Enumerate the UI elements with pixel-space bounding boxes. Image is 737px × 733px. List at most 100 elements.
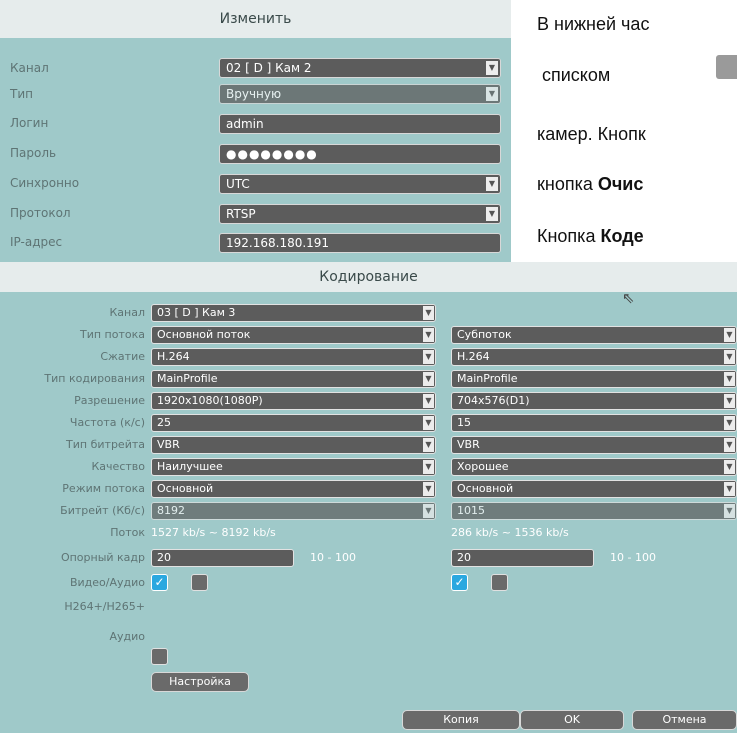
sync-select[interactable]: UTC ▼ xyxy=(219,174,501,194)
sub-frame-rate-select[interactable]: 15 ▼ xyxy=(451,414,737,432)
chevron-down-icon: ▼ xyxy=(486,207,498,221)
type-value: Вручную xyxy=(226,87,282,101)
edit-dialog: Изменить Канал 02 [ D ] Кам 2 ▼ Тип Вручн… xyxy=(0,0,511,262)
sub-compression-select[interactable]: H.264 ▼ xyxy=(451,348,737,366)
sub-compression-value: H.264 xyxy=(457,350,490,363)
enc-channel-select[interactable]: 03 [ D ] Кам 3 ▼ xyxy=(151,304,436,322)
compression-label: Сжатие xyxy=(100,350,145,363)
inline-button-image xyxy=(716,55,737,79)
channel-select[interactable]: 02 [ D ] Кам 2 ▼ xyxy=(219,58,501,78)
cancel-button[interactable]: Отмена xyxy=(632,710,737,730)
sub-bitrate-select[interactable]: 1015 ▼ xyxy=(451,502,737,520)
sub-audio-checkbox[interactable] xyxy=(491,574,508,591)
doc-text-line-5-bold: Коде xyxy=(600,226,644,246)
password-input[interactable]: ●●●●●●●● xyxy=(219,144,501,164)
checkmark-icon: ✓ xyxy=(454,575,465,589)
main-compression-select[interactable]: H.264 ▼ xyxy=(151,348,436,366)
sub-stream-mode-select[interactable]: Основной ▼ xyxy=(451,480,737,498)
sub-keyframe-range: 10 - 100 xyxy=(610,551,656,564)
doc-text-line-1: В нижней час xyxy=(537,14,650,34)
main-resolution-select[interactable]: 1920x1080(1080P) ▼ xyxy=(151,392,436,410)
checkmark-icon: ✓ xyxy=(154,575,165,589)
chevron-down-icon: ▼ xyxy=(724,372,735,386)
sub-quality-select[interactable]: Хорошее ▼ xyxy=(451,458,737,476)
main-stream-type-value: Основной поток xyxy=(157,328,251,341)
h265-plus-checkbox[interactable] xyxy=(151,648,168,665)
sync-label: Синхронно xyxy=(10,176,80,190)
audio-settings-button[interactable]: Настройка xyxy=(151,672,249,692)
main-bitrate-value: 8192 xyxy=(157,504,185,517)
chevron-down-icon: ▼ xyxy=(724,438,735,452)
sub-bitrate-type-select[interactable]: VBR ▼ xyxy=(451,436,737,454)
type-select[interactable]: Вручную ▼ xyxy=(219,84,501,104)
main-frame-rate-value: 25 xyxy=(157,416,171,429)
audio-label: Аудио xyxy=(109,630,145,643)
frame-rate-label: Частота (к/с) xyxy=(69,416,145,429)
chevron-down-icon: ▼ xyxy=(423,328,434,342)
sub-encoding-type-select[interactable]: MainProfile ▼ xyxy=(451,370,737,388)
main-stream-mode-select[interactable]: Основной ▼ xyxy=(151,480,436,498)
stream-mode-label: Режим потока xyxy=(62,482,145,495)
mouse-cursor-icon: ⇖ xyxy=(622,289,635,307)
ip-address-label: IP-адрес xyxy=(10,235,63,249)
main-encoding-type-select[interactable]: MainProfile ▼ xyxy=(151,370,436,388)
sub-video-checkbox[interactable]: ✓ xyxy=(451,574,468,591)
doc-text-line-5-prefix: Кнопка xyxy=(537,226,601,246)
channel-value: 02 [ D ] Кам 2 xyxy=(226,61,312,75)
ok-button[interactable]: OK xyxy=(520,710,624,730)
login-input[interactable]: admin xyxy=(219,114,501,134)
chevron-down-icon: ▼ xyxy=(486,61,498,75)
protocol-select[interactable]: RTSP ▼ xyxy=(219,204,501,224)
chevron-down-icon: ▼ xyxy=(724,416,735,430)
doc-text-line-4-prefix: кнопка xyxy=(537,174,598,194)
chevron-down-icon: ▼ xyxy=(423,306,434,320)
main-keyframe-range: 10 - 100 xyxy=(310,551,356,564)
encoding-dialog: Кодирование ⇖ Канал 03 [ D ] Кам 3 ▼ Тип … xyxy=(0,262,737,733)
sub-resolution-select[interactable]: 704x576(D1) ▼ xyxy=(451,392,737,410)
protocol-value: RTSP xyxy=(226,207,256,221)
stream-label: Поток xyxy=(110,526,145,539)
main-stream-type-select[interactable]: Основной поток ▼ xyxy=(151,326,436,344)
sub-stream-range: 286 kb/s ~ 1536 kb/s xyxy=(451,526,569,539)
chevron-down-icon: ▼ xyxy=(486,177,498,191)
encoding-dialog-title: Кодирование xyxy=(0,262,737,292)
main-bitrate-type-value: VBR xyxy=(157,438,180,451)
chevron-down-icon: ▼ xyxy=(724,350,735,364)
chevron-down-icon: ▼ xyxy=(724,328,735,342)
chevron-down-icon: ▼ xyxy=(423,482,434,496)
doc-text-line-2: списком xyxy=(542,65,611,85)
doc-text-line-4: кнопка Очис xyxy=(537,174,643,195)
main-audio-checkbox[interactable] xyxy=(191,574,208,591)
chevron-down-icon: ▼ xyxy=(423,394,434,408)
type-label: Тип xyxy=(10,87,33,101)
chevron-down-icon: ▼ xyxy=(724,394,735,408)
sub-frame-rate-value: 15 xyxy=(457,416,471,429)
quality-label: Качество xyxy=(91,460,146,473)
main-video-checkbox[interactable]: ✓ xyxy=(151,574,168,591)
chevron-down-icon: ▼ xyxy=(423,350,434,364)
chevron-down-icon: ▼ xyxy=(423,504,434,518)
copy-button[interactable]: Копия xyxy=(402,710,520,730)
chevron-down-icon: ▼ xyxy=(423,416,434,430)
video-audio-label: Видео/Аудио xyxy=(69,576,145,589)
edit-dialog-title: Изменить xyxy=(0,0,511,38)
main-bitrate-select[interactable]: 8192 ▼ xyxy=(151,502,436,520)
sub-resolution-value: 704x576(D1) xyxy=(457,394,530,407)
sub-stream-type-select[interactable]: Субпоток ▼ xyxy=(451,326,737,344)
sub-encoding-type-value: MainProfile xyxy=(457,372,518,385)
main-compression-value: H.264 xyxy=(157,350,190,363)
main-stream-range: 1527 kb/s ~ 8192 kb/s xyxy=(151,526,276,539)
h265-plus-label: H264+/H265+ xyxy=(64,600,145,613)
main-keyframe-input[interactable]: 20 xyxy=(151,549,294,567)
bitrate-type-label: Тип битрейта xyxy=(66,438,145,451)
keyframe-label: Опорный кадр xyxy=(60,551,145,564)
sub-keyframe-input[interactable]: 20 xyxy=(451,549,594,567)
ip-address-input[interactable]: 192.168.180.191 xyxy=(219,233,501,253)
channel-label: Канал xyxy=(10,61,49,75)
bitrate-label: Битрейт (Кб/с) xyxy=(60,504,145,517)
sub-stream-mode-value: Основной xyxy=(457,482,514,495)
main-frame-rate-select[interactable]: 25 ▼ xyxy=(151,414,436,432)
main-bitrate-type-select[interactable]: VBR ▼ xyxy=(151,436,436,454)
main-quality-select[interactable]: Наилучшее ▼ xyxy=(151,458,436,476)
password-label: Пароль xyxy=(10,146,57,160)
